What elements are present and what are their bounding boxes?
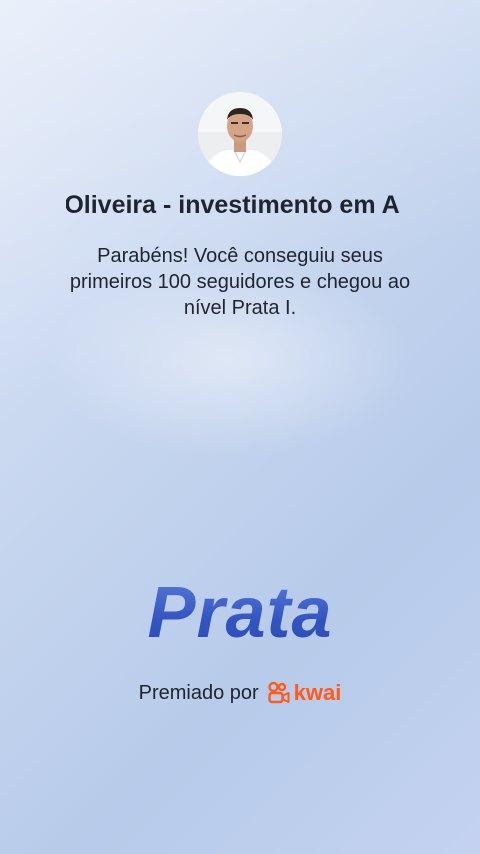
profile-photo [198, 92, 282, 176]
awarded-by-label: Premiado por [138, 681, 259, 704]
congrats-message: Parabéns! Você conseguiu seus primeiros … [69, 245, 411, 319]
brand-name: kwai [293, 680, 342, 705]
awarded-by: Premiado por kwai [0, 678, 480, 708]
avatar [198, 92, 282, 176]
level-title: Prata [0, 572, 480, 654]
profile-name-text: Oliveira - investimento em A [66, 191, 400, 219]
brand-logo: kwai [267, 680, 342, 706]
profile-name: Oliveira - investimento em A [66, 188, 414, 222]
kwai-logo-icon [267, 681, 290, 704]
